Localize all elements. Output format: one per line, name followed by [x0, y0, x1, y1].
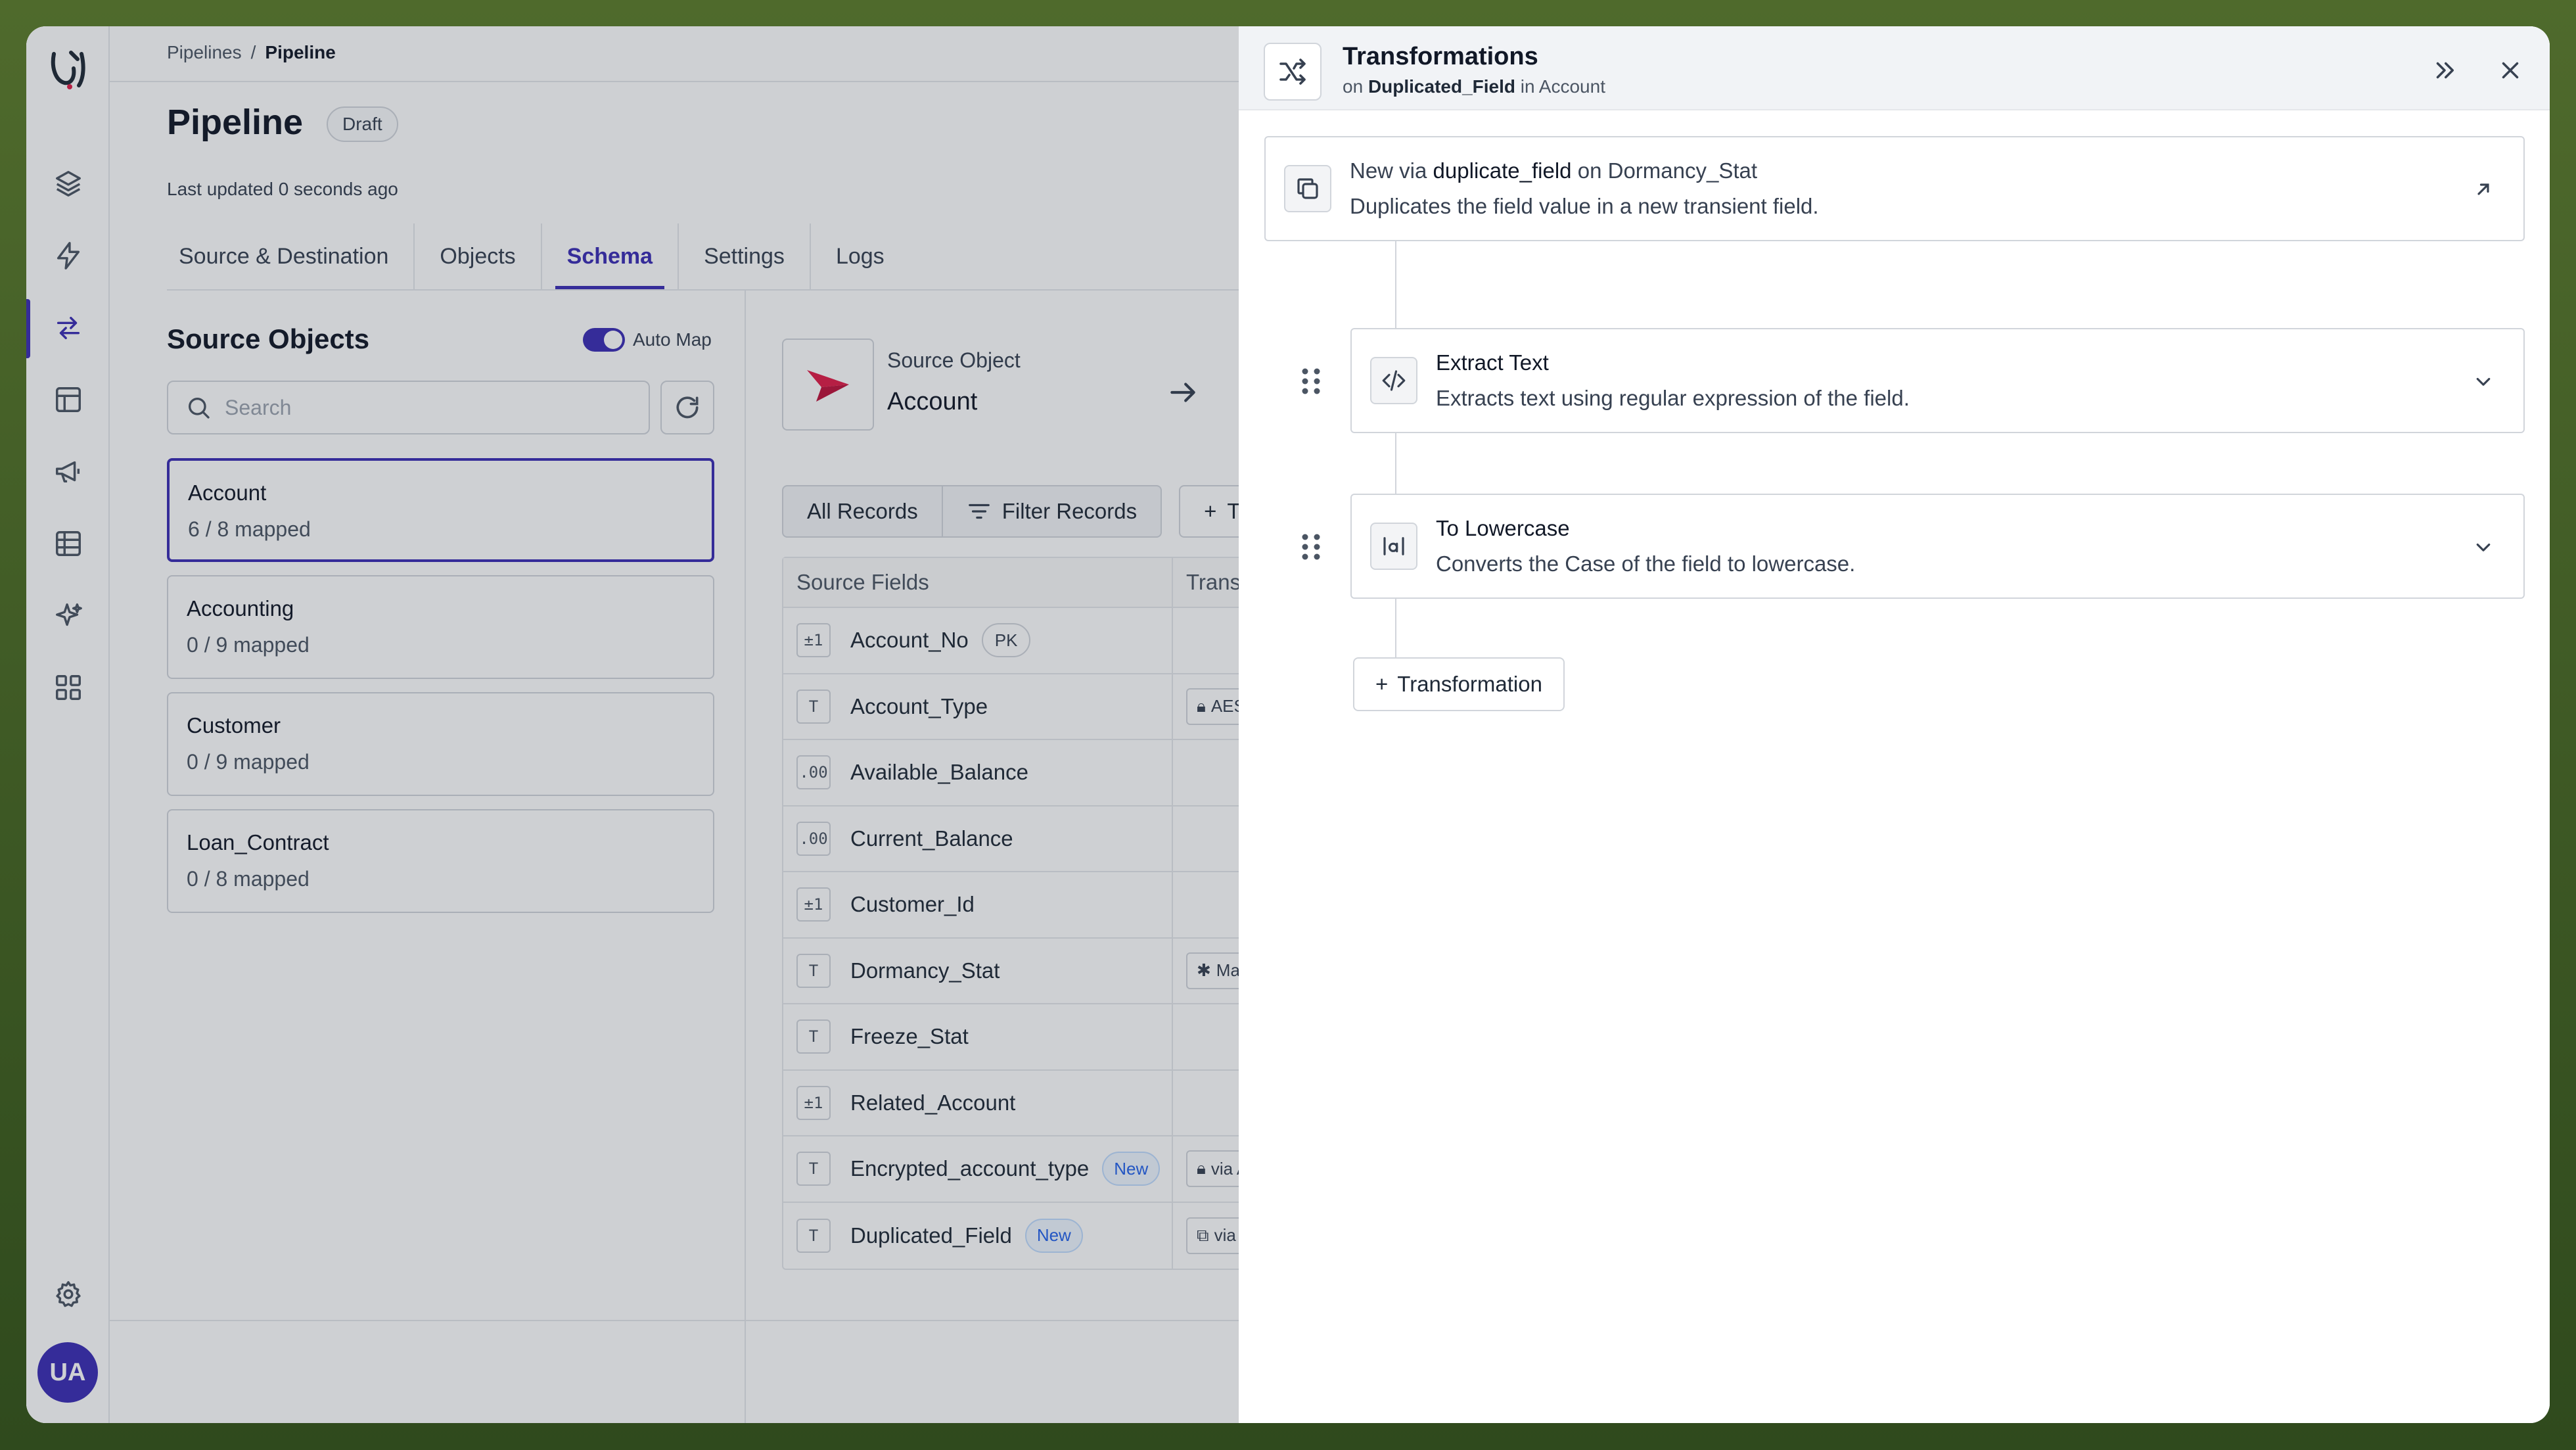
- close-drawer-button[interactable]: [2495, 55, 2525, 85]
- drag-handle-icon[interactable]: [1299, 531, 1323, 563]
- transformation-card-extract-text[interactable]: Extract Text Extracts text using regular…: [1350, 328, 2525, 433]
- add-transformation-drawer-label: Transformation: [1397, 672, 1542, 696]
- transformation-description: Duplicates the field value in a new tran…: [1350, 194, 1819, 218]
- transformation-card-to-lowercase[interactable]: To Lowercase Converts the Case of the fi…: [1350, 494, 2525, 599]
- drawer-field-name: Duplicated_Field: [1368, 76, 1515, 97]
- plus-icon: +: [1375, 672, 1389, 696]
- transformation-title: Extract Text: [1436, 350, 1549, 375]
- shuffle-icon: [1264, 43, 1322, 101]
- drawer-subtitle: on Duplicated_Field in Account: [1343, 76, 1605, 97]
- drawer-object-name: Account: [1538, 76, 1605, 97]
- app-frame: UA Pipelines / Pipeline Pipeline Draft L…: [26, 26, 2550, 1423]
- drag-handle-icon[interactable]: [1299, 365, 1323, 397]
- transformation-title: New via duplicate_field on Dormancy_Stat: [1350, 158, 1758, 183]
- card-connector: [1395, 433, 1396, 494]
- lowercase-icon: [1370, 523, 1417, 570]
- collapse-drawer-button[interactable]: [2429, 55, 2460, 85]
- chevrons-right-icon: [2436, 62, 2454, 79]
- drawer-title: Transformations: [1343, 43, 1538, 70]
- external-link-arrow-icon[interactable]: [2470, 175, 2497, 203]
- transformation-description: Extracts text using regular expression o…: [1436, 386, 1910, 410]
- close-icon: [2502, 62, 2519, 79]
- transformation-card-duplicate[interactable]: New via duplicate_field on Dormancy_Stat…: [1264, 136, 2525, 241]
- card-connector: [1395, 241, 1396, 328]
- transformation-description: Converts the Case of the field to lowerc…: [1436, 551, 1856, 576]
- chevron-down-icon[interactable]: [2470, 367, 2497, 395]
- code-icon: [1370, 357, 1417, 404]
- card-connector: [1395, 599, 1396, 657]
- copy-icon: [1284, 165, 1331, 212]
- drawer-header: Transformations on Duplicated_Field in A…: [1239, 26, 2550, 110]
- chevron-down-icon[interactable]: [2470, 533, 2497, 561]
- add-transformation-drawer-button[interactable]: + Transformation: [1353, 657, 1565, 711]
- transformation-title: To Lowercase: [1436, 516, 1570, 540]
